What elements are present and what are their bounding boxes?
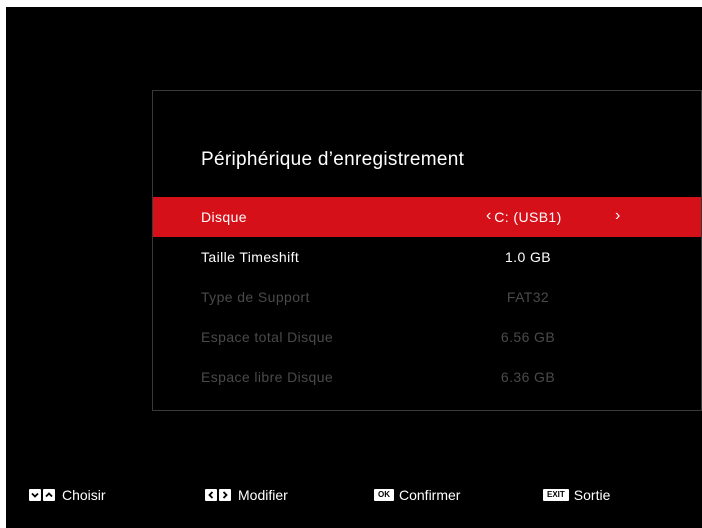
row-label: Disque bbox=[201, 209, 247, 225]
row-taille-timeshift[interactable]: Taille Timeshift 1.0 GB bbox=[153, 237, 701, 277]
row-label: Taille Timeshift bbox=[201, 249, 300, 265]
row-value: C: (USB1) bbox=[494, 209, 562, 225]
arrow-left-key-icon bbox=[205, 489, 217, 501]
hint-modify: Modifier bbox=[205, 487, 288, 503]
hint-exit-label: Sortie bbox=[573, 487, 611, 503]
panel-title: Périphérique d’enregistrement bbox=[201, 149, 465, 170]
ok-key-icon: OK bbox=[374, 489, 394, 501]
row-disque[interactable]: Disque ‹ C: (USB1) › bbox=[153, 197, 701, 237]
recording-device-panel: Périphérique d’enregistrement Disque ‹ C… bbox=[152, 90, 702, 411]
row-value: FAT32 bbox=[506, 289, 550, 305]
chevron-right-icon[interactable]: › bbox=[615, 207, 621, 225]
footer-hints: Choisir Modifier OK Confirmer EXIT Sorti… bbox=[6, 487, 702, 507]
arrow-up-key-icon bbox=[43, 489, 55, 501]
row-espace-libre-disque: Espace libre Disque 6.36 GB bbox=[153, 357, 701, 397]
row-value: 1.0 GB bbox=[505, 249, 551, 265]
hint-choose-label: Choisir bbox=[62, 487, 106, 503]
hint-confirm: OK Confirmer bbox=[374, 487, 460, 503]
hint-modify-label: Modifier bbox=[238, 487, 288, 503]
tv-screen: Périphérique d’enregistrement Disque ‹ C… bbox=[6, 7, 702, 528]
arrow-down-key-icon bbox=[29, 489, 41, 501]
exit-key-icon: EXIT bbox=[543, 489, 569, 501]
row-value: 6.36 GB bbox=[500, 369, 556, 385]
row-espace-total-disque: Espace total Disque 6.56 GB bbox=[153, 317, 701, 357]
arrow-right-key-icon bbox=[219, 489, 231, 501]
row-label: Espace libre Disque bbox=[201, 369, 334, 385]
row-label: Type de Support bbox=[201, 289, 310, 305]
row-label: Espace total Disque bbox=[201, 329, 334, 345]
row-value: 6.56 GB bbox=[500, 329, 556, 345]
row-type-de-support: Type de Support FAT32 bbox=[153, 277, 701, 317]
hint-choose: Choisir bbox=[29, 487, 106, 503]
hint-exit: EXIT Sortie bbox=[543, 487, 610, 503]
hint-confirm-label: Confirmer bbox=[399, 487, 461, 503]
